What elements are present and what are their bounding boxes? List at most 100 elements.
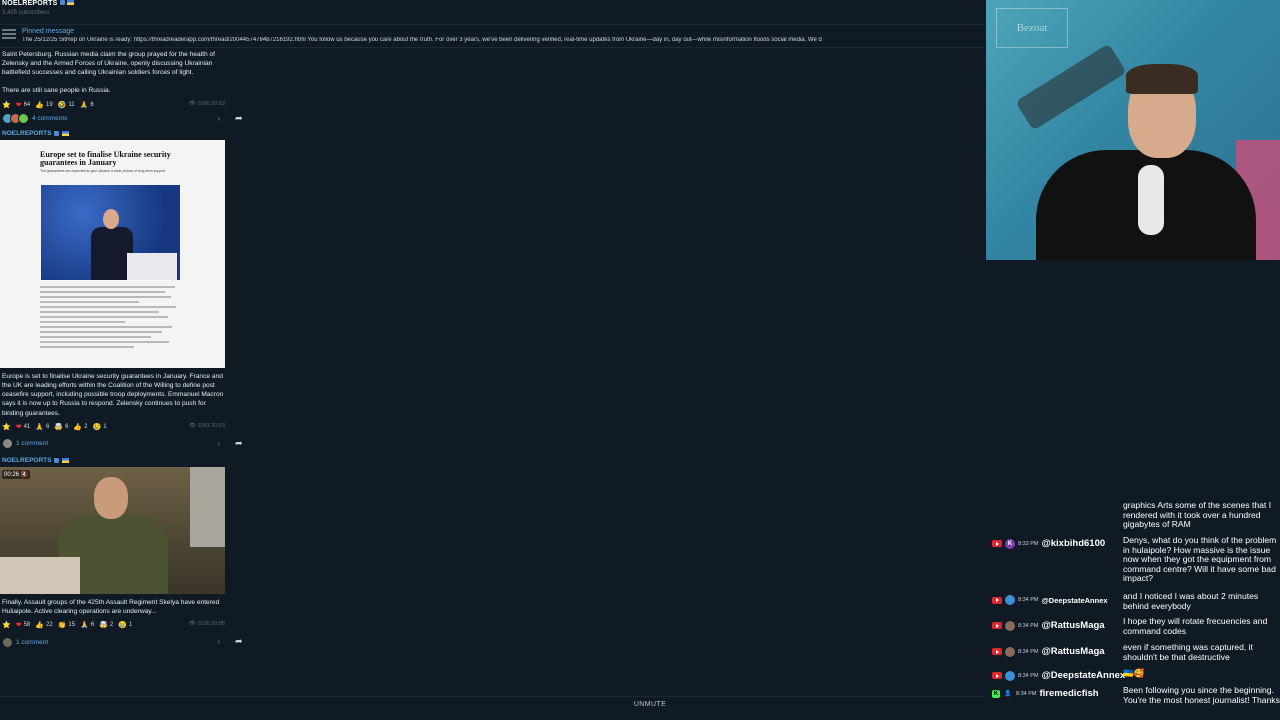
reaction-pray[interactable]: 🙏 6 — [80, 101, 94, 109]
muted-icon: 🔇 — [20, 471, 29, 478]
avatar — [1005, 670, 1015, 681]
reaction-pray[interactable]: 🙏 6 — [80, 621, 94, 629]
pinned-message-bar[interactable]: Pinned message The 25/12/25 SitRep on Uk… — [0, 24, 985, 48]
ukraine-flag-icon — [62, 458, 70, 464]
unmute-button[interactable]: UNMUTE — [600, 701, 700, 708]
youtube-icon — [992, 540, 1002, 547]
reactions-bar: ⭐ ❤ 58 👍 22 👏 15 🙏 6 🤯 2 😢 1 👁 1016 20:05 — [0, 619, 230, 631]
microphone-icon — [1138, 165, 1164, 235]
chat-text: even if something was captured, it shoul… — [1123, 642, 1253, 662]
wall-sign: Bezoat — [996, 8, 1068, 48]
reaction-clap[interactable]: 👏 15 — [58, 621, 75, 629]
youtube-icon — [992, 672, 1002, 679]
reaction-thumbs-up[interactable]: 👍 19 — [35, 101, 52, 109]
article-subhead: The guarantees are expected to give Ukra… — [40, 168, 166, 173]
post-text: Finally. Assault groups of the 425th Ass… — [2, 598, 220, 616]
post-paragraph: Saint Petersburg. Russian media claim th… — [2, 51, 215, 77]
chat-time: 8:34 PM — [1018, 597, 1039, 603]
comments-link[interactable]: 4 comments › ➦ — [0, 111, 243, 127]
chevron-right-icon: › — [217, 113, 220, 123]
ukraine-flag-icon — [66, 0, 74, 5]
reaction-star[interactable]: ⭐ — [2, 423, 11, 431]
reaction-laugh[interactable]: 🤣 11 — [58, 101, 75, 109]
reaction-cry[interactable]: 😢 1 — [92, 423, 106, 431]
channel-header[interactable]: NOELREPORTS 3,405 subscribers — [0, 0, 230, 22]
commenter-avatars — [2, 113, 29, 125]
reaction-thumbs-up[interactable]: 👍 22 — [35, 621, 52, 629]
reaction-mind-blown[interactable]: 🤯 6 — [54, 423, 68, 431]
chat-text: graphics Arts some of the scenes that I … — [1123, 500, 1272, 530]
comments-count: 1 comment — [16, 440, 49, 448]
pinned-label: Pinned message — [22, 28, 75, 35]
reaction-thumbs-up[interactable]: 👍 2 — [73, 423, 87, 431]
reaction-star[interactable]: ⭐ — [2, 621, 11, 629]
chat-text: 🇺🇦🥰 — [1123, 668, 1145, 678]
user-icon: 👤 — [1004, 690, 1012, 697]
post-meta: 👁 1016 20:05 — [188, 621, 225, 628]
post-author[interactable]: NOELREPORTS — [0, 456, 230, 466]
video-duration: 00:26 🔇 — [2, 469, 31, 479]
share-icon[interactable]: ➦ — [235, 636, 245, 646]
chat-username: @kixbihd6100 — [1041, 538, 1106, 549]
avatar — [2, 438, 13, 450]
chat-username: @DeepstateAnnex — [1041, 595, 1108, 605]
avatar: K — [1005, 538, 1015, 549]
comments-count: 1 comment — [16, 638, 49, 646]
eye-icon: 👁 — [188, 621, 196, 628]
chat-time: 8:33 PM — [1018, 540, 1039, 547]
channel-title: NOELREPORTS — [2, 0, 74, 7]
verified-icon — [59, 0, 65, 5]
live-chat-overlay: graphics Arts some of the scenes that I … — [990, 500, 1280, 720]
article-headline: Europe set to finalise Ukraine security … — [40, 149, 171, 167]
youtube-icon — [992, 622, 1002, 629]
reactions-bar: ⭐ ❤ 41 🙏 6 🤯 6 👍 2 😢 1 👁 1051 20:03 — [0, 421, 230, 433]
comments-count: 4 comments — [32, 115, 68, 123]
chat-text: I hope they will rotate frecuencies and … — [1123, 616, 1268, 636]
youtube-icon — [992, 648, 1002, 655]
post-author[interactable]: NOELREPORTS — [0, 129, 230, 139]
comments-link[interactable]: 1 comment › ➦ — [0, 436, 243, 452]
reaction-heart[interactable]: ❤ 41 — [16, 423, 31, 431]
chat-username: firemedicfish — [1039, 688, 1099, 699]
avatar — [2, 636, 13, 648]
avatar — [1005, 595, 1015, 605]
commenter-avatars — [2, 438, 13, 450]
chat-text: and I noticed I was about 2 minutes behi… — [1123, 591, 1259, 611]
chat-text: Been following you since the beginning. … — [1123, 685, 1280, 705]
webcam-overlay: Bezoat — [986, 0, 1280, 260]
reaction-star[interactable]: ⭐ — [2, 101, 11, 109]
chat-username: @RattusMaga — [1041, 620, 1105, 631]
reaction-heart[interactable]: ❤ 64 — [16, 101, 31, 109]
share-icon[interactable]: ➦ — [235, 113, 245, 123]
verified-icon — [54, 458, 60, 464]
chat-username: @RattusMaga — [1041, 646, 1105, 657]
chat-time: 8:34 PM — [1018, 672, 1039, 679]
video-player[interactable]: 00:26 🔇 — [0, 466, 225, 594]
post-meta: 👁 1096 20:02 — [188, 100, 225, 107]
reaction-heart[interactable]: ❤ 58 — [16, 621, 31, 629]
comments-link[interactable]: 1 comment › ➦ — [0, 634, 243, 650]
chevron-right-icon: › — [217, 438, 220, 448]
reactions-bar: ⭐ ❤ 64 👍 19 🤣 11 🙏 6 👁 1096 20:02 — [0, 99, 230, 111]
ukraine-flag-icon — [62, 131, 70, 137]
share-icon[interactable]: ➦ — [235, 438, 245, 448]
verified-icon — [54, 131, 60, 137]
chat-time: 8:34 PM — [1018, 648, 1039, 655]
post-item: NOELREPORTS Europe set to finalise Ukrai… — [0, 129, 243, 452]
eye-icon: 👁 — [188, 100, 196, 107]
post-item: Saint Petersburg. Russian media claim th… — [0, 47, 243, 127]
article-image[interactable]: Europe set to finalise Ukraine security … — [0, 139, 225, 368]
reaction-mind-blown[interactable]: 🤯 2 — [99, 621, 113, 629]
chat-username: @DeepstateAnnex — [1041, 670, 1126, 681]
avatar — [18, 113, 29, 125]
avatar — [1005, 646, 1015, 657]
chat-time: 8:34 PM — [1018, 622, 1039, 629]
pinned-text: The 25/12/25 SitRep on Ukraine is ready:… — [22, 37, 822, 43]
post-item: NOELREPORTS 00:26 🔇 Finally. Assault gro… — [0, 456, 243, 650]
reaction-pray[interactable]: 🙏 6 — [35, 423, 49, 431]
reaction-cry[interactable]: 😢 1 — [118, 621, 132, 629]
avatar — [1005, 620, 1015, 631]
article-photo — [41, 184, 180, 280]
eye-icon: 👁 — [188, 422, 196, 429]
post-meta: 👁 1051 20:03 — [188, 422, 225, 429]
